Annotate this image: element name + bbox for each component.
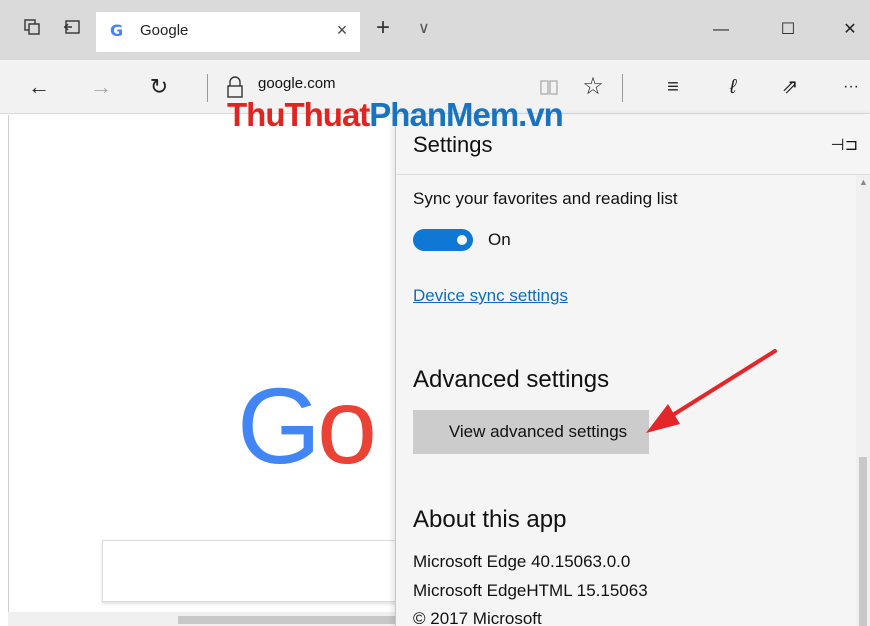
device-sync-settings-link[interactable]: Device sync settings [413,286,568,306]
divider [207,74,208,102]
watermark-text: ThuThuat [227,96,370,133]
pin-icon[interactable]: ⊣⊐ [831,135,858,155]
about-heading: About this app [413,506,567,533]
forward-arrow-icon[interactable]: → [84,70,118,104]
settings-title: Settings [413,132,493,157]
search-input[interactable] [102,540,402,602]
refresh-icon[interactable]: ↻ [142,70,176,104]
sync-label: Sync your favorites and reading list [413,189,678,208]
tab-bar: G Google × + ∨ — ☐ ✕ [0,0,870,60]
web-note-icon[interactable]: ℓ [716,70,750,104]
maximize-button[interactable]: ☐ [768,14,808,46]
sync-toggle-state: On [488,230,511,249]
settings-pane: Settings ⊣⊐ Sync your favorites and read… [395,115,870,626]
favorite-star-icon[interactable]: ☆ [576,70,610,104]
scrollbar-thumb[interactable] [178,616,398,624]
divider [622,74,623,102]
minimize-button[interactable]: — [701,14,741,46]
about-engine: Microsoft EdgeHTML 15.15063 [413,581,648,600]
tab-title: Google [140,22,189,39]
logo-letter: o [317,365,377,486]
share-icon[interactable]: ⇗ [773,70,807,104]
sync-toggle[interactable] [413,229,473,251]
url-field[interactable]: google.com [258,75,336,92]
about-copyright: © 2017 Microsoft [413,609,542,626]
logo-letter: G [237,365,321,486]
set-aside-tabs-icon[interactable] [62,18,82,38]
toggle-knob [457,235,467,245]
scrollbar-thumb[interactable] [859,457,867,626]
tab-google[interactable]: G Google × [96,12,360,52]
vertical-scrollbar[interactable]: ▲ [856,175,870,626]
hub-icon[interactable]: ≡ [656,70,690,104]
divider [396,174,870,175]
watermark-text: PhanMem.vn [369,96,564,133]
tab-preview-icon[interactable] [22,18,42,38]
about-version: Microsoft Edge 40.15063.0.0 [413,552,631,571]
close-tab-icon[interactable]: × [332,20,352,40]
advanced-settings-heading: Advanced settings [413,366,610,393]
chevron-down-icon[interactable]: ∨ [418,18,430,38]
horizontal-scrollbar[interactable] [8,612,398,626]
view-advanced-settings-button[interactable]: View advanced settings [413,410,649,454]
google-logo: Go [237,372,377,480]
back-arrow-icon[interactable]: ← [22,70,56,104]
new-tab-button[interactable]: + [376,16,390,40]
scroll-up-icon[interactable]: ▲ [859,177,868,187]
watermark-logo: ThuThuatPhanMem.vn [227,95,564,135]
close-window-button[interactable]: ✕ [830,14,870,46]
more-options-icon[interactable]: ··· [834,70,868,104]
google-favicon-icon: G [110,21,124,40]
